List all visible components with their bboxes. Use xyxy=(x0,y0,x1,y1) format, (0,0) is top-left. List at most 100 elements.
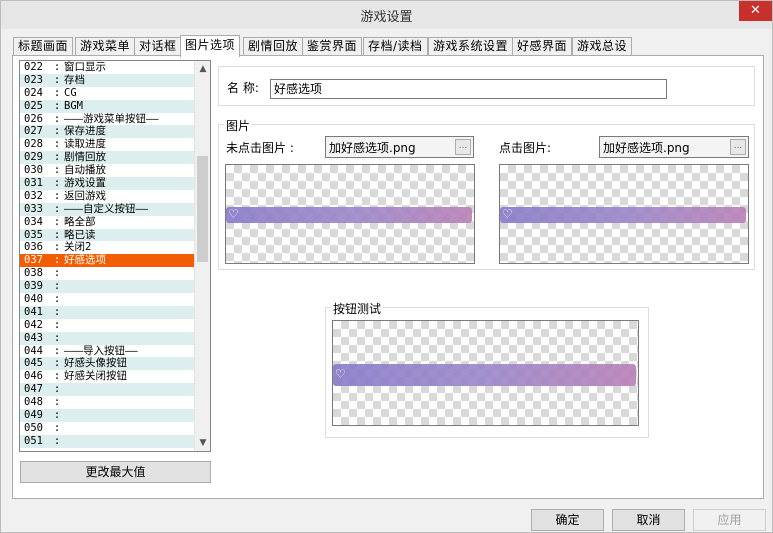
list-item[interactable]: 023: 存档 xyxy=(20,73,195,87)
button-test-group: 按钮测试 ♡ xyxy=(325,300,649,438)
list-item-separator: : xyxy=(53,318,61,331)
list-item[interactable]: 033: ―――自定义按钮―― xyxy=(20,202,195,216)
list-item[interactable]: 051: xyxy=(20,434,195,448)
list-item-separator: : xyxy=(53,383,61,396)
item-list[interactable]: 022: 窗口显示 023: 存档 024: CG 025: BGM 026: ―――游戏菜单按钮… xyxy=(19,60,211,452)
list-item-number: 040 xyxy=(24,293,43,306)
list-item[interactable]: 048: xyxy=(20,396,195,410)
list-item-number: 027 xyxy=(24,125,43,138)
list-item[interactable]: 034: 略全部 xyxy=(20,215,195,229)
list-item[interactable]: 032: 返回游戏 xyxy=(20,189,195,203)
tab-game-menu[interactable]: 游戏菜单 xyxy=(75,37,136,56)
list-item-number: 023 xyxy=(24,73,43,86)
tab-general[interactable]: 游戏总设 xyxy=(572,37,633,56)
list-item-label: 保存进度 xyxy=(64,125,106,138)
list-item-separator: : xyxy=(53,434,61,447)
tab-dialog[interactable]: 对话框 xyxy=(134,37,182,56)
list-item[interactable]: 037: 好感选项 xyxy=(20,254,195,268)
list-item[interactable]: 035: 略已读 xyxy=(20,228,195,242)
list-item[interactable]: 049: xyxy=(20,409,195,422)
list-item[interactable]: 028: 读取进度 xyxy=(20,138,195,152)
list-item[interactable]: 022: 窗口显示 xyxy=(20,61,195,74)
list-item-label: BGM xyxy=(64,99,83,112)
tab-story-replay[interactable]: 剧情回放 xyxy=(243,37,304,56)
close-icon: ✕ xyxy=(750,3,761,18)
list-item-separator: : xyxy=(53,409,61,422)
list-item[interactable]: 039: xyxy=(20,280,195,294)
list-item[interactable]: 030: 自动播放 xyxy=(20,164,195,178)
list-item-label: 存档 xyxy=(64,73,85,86)
browse-normal-button[interactable]: ... xyxy=(455,139,471,155)
list-item-separator: : xyxy=(53,357,61,370)
list-scrollbar[interactable]: ▲ ▼ xyxy=(194,61,210,451)
list-item-separator: : xyxy=(53,177,61,190)
list-item[interactable]: 031: 游戏设置 xyxy=(20,177,195,190)
cancel-button[interactable]: 取消 xyxy=(612,509,685,531)
clicked-image-filename: 加好感选项.png xyxy=(603,141,690,155)
list-item-number: 037 xyxy=(24,254,43,267)
list-item[interactable]: 038: xyxy=(20,267,195,281)
list-item[interactable]: 050: xyxy=(20,421,195,435)
list-item[interactable]: 026: ―――游戏菜单按钮―― xyxy=(20,112,195,126)
list-item-separator: : xyxy=(53,73,61,86)
scroll-thumb[interactable] xyxy=(197,156,208,262)
list-item[interactable]: 029: 剧情回放 xyxy=(20,151,195,165)
list-item-number: 048 xyxy=(24,396,43,409)
tab-affection[interactable]: 好感界面 xyxy=(512,37,573,56)
list-item[interactable]: 043: xyxy=(20,331,195,345)
tab-title-screen[interactable]: 标题画面 xyxy=(13,37,74,56)
image-group-title: 图片 xyxy=(224,117,253,134)
list-item-separator: : xyxy=(53,305,61,318)
list-item[interactable]: 024: CG xyxy=(20,86,195,100)
list-item[interactable]: 042: xyxy=(20,318,195,332)
list-item[interactable]: 040: xyxy=(20,293,195,306)
list-item[interactable]: 025: BGM xyxy=(20,99,195,113)
list-item-number: 051 xyxy=(24,434,43,447)
button-test-title: 按钮测试 xyxy=(331,300,384,317)
scroll-up-icon[interactable]: ▲ xyxy=(195,61,210,77)
list-item-label: 略已读 xyxy=(64,228,96,241)
tab-image-options[interactable]: 图片选项 xyxy=(180,35,241,57)
list-item-separator: : xyxy=(53,61,61,73)
list-item-number: 022 xyxy=(24,61,43,73)
list-item-number: 042 xyxy=(24,318,43,331)
list-item[interactable]: 027: 保存进度 xyxy=(20,125,195,139)
browse-clicked-button[interactable]: ... xyxy=(730,139,746,155)
list-item-number: 050 xyxy=(24,421,43,434)
clicked-image-field[interactable]: 加好感选项.png ... xyxy=(599,136,749,158)
list-item-label: 剧情回放 xyxy=(64,151,106,164)
apply-button[interactable]: 应用 xyxy=(693,509,766,531)
list-item-number: 034 xyxy=(24,215,43,228)
name-label: 名 称: xyxy=(227,81,259,95)
tab-save-load[interactable]: 存档/读档 xyxy=(363,37,428,56)
list-item-separator: : xyxy=(53,344,61,357)
list-item-label: ―――自定义按钮―― xyxy=(64,202,149,215)
tab-system-settings[interactable]: 游戏系统设置 xyxy=(428,37,514,56)
tab-gallery[interactable]: 鉴赏界面 xyxy=(302,37,363,56)
list-item-number: 030 xyxy=(24,164,43,177)
normal-image-preview: ♡ xyxy=(225,164,475,264)
button-test-preview[interactable]: ♡ xyxy=(332,320,639,426)
list-item-label: CG xyxy=(64,86,77,99)
list-item[interactable]: 041: xyxy=(20,305,195,319)
list-item-number: 025 xyxy=(24,99,43,112)
close-button[interactable]: ✕ xyxy=(739,1,772,21)
list-item[interactable]: 044: ―――导入按钮―― xyxy=(20,344,195,358)
normal-image-field[interactable]: 加好感选项.png ... xyxy=(325,136,474,158)
list-item-number: 044 xyxy=(24,344,43,357)
image-group: 图片 未点击图片 : 加好感选项.png ... ♡ 点击图片: 加好感选项.p… xyxy=(218,117,755,270)
scroll-down-icon[interactable]: ▼ xyxy=(195,435,210,451)
ok-button[interactable]: 确定 xyxy=(531,509,604,531)
list-item[interactable]: 036: 关闭2 xyxy=(20,241,195,255)
list-item-separator: : xyxy=(53,254,61,267)
heart-icon: ♡ xyxy=(502,207,513,221)
list-item-separator: : xyxy=(53,99,61,112)
list-item[interactable]: 045: 好感头像按钮 xyxy=(20,357,195,371)
name-input[interactable]: 好感选项 xyxy=(270,79,667,99)
test-button-image[interactable]: ♡ xyxy=(333,364,636,386)
list-item[interactable]: 046: 好感关闭按钮 xyxy=(20,370,195,384)
tab-panel: 022: 窗口显示 023: 存档 024: CG 025: BGM 026: ―――游戏菜单按钮… xyxy=(12,55,764,499)
change-max-button[interactable]: 更改最大值 xyxy=(20,461,211,483)
list-item[interactable]: 047: xyxy=(20,383,195,397)
list-item-number: 026 xyxy=(24,112,43,125)
